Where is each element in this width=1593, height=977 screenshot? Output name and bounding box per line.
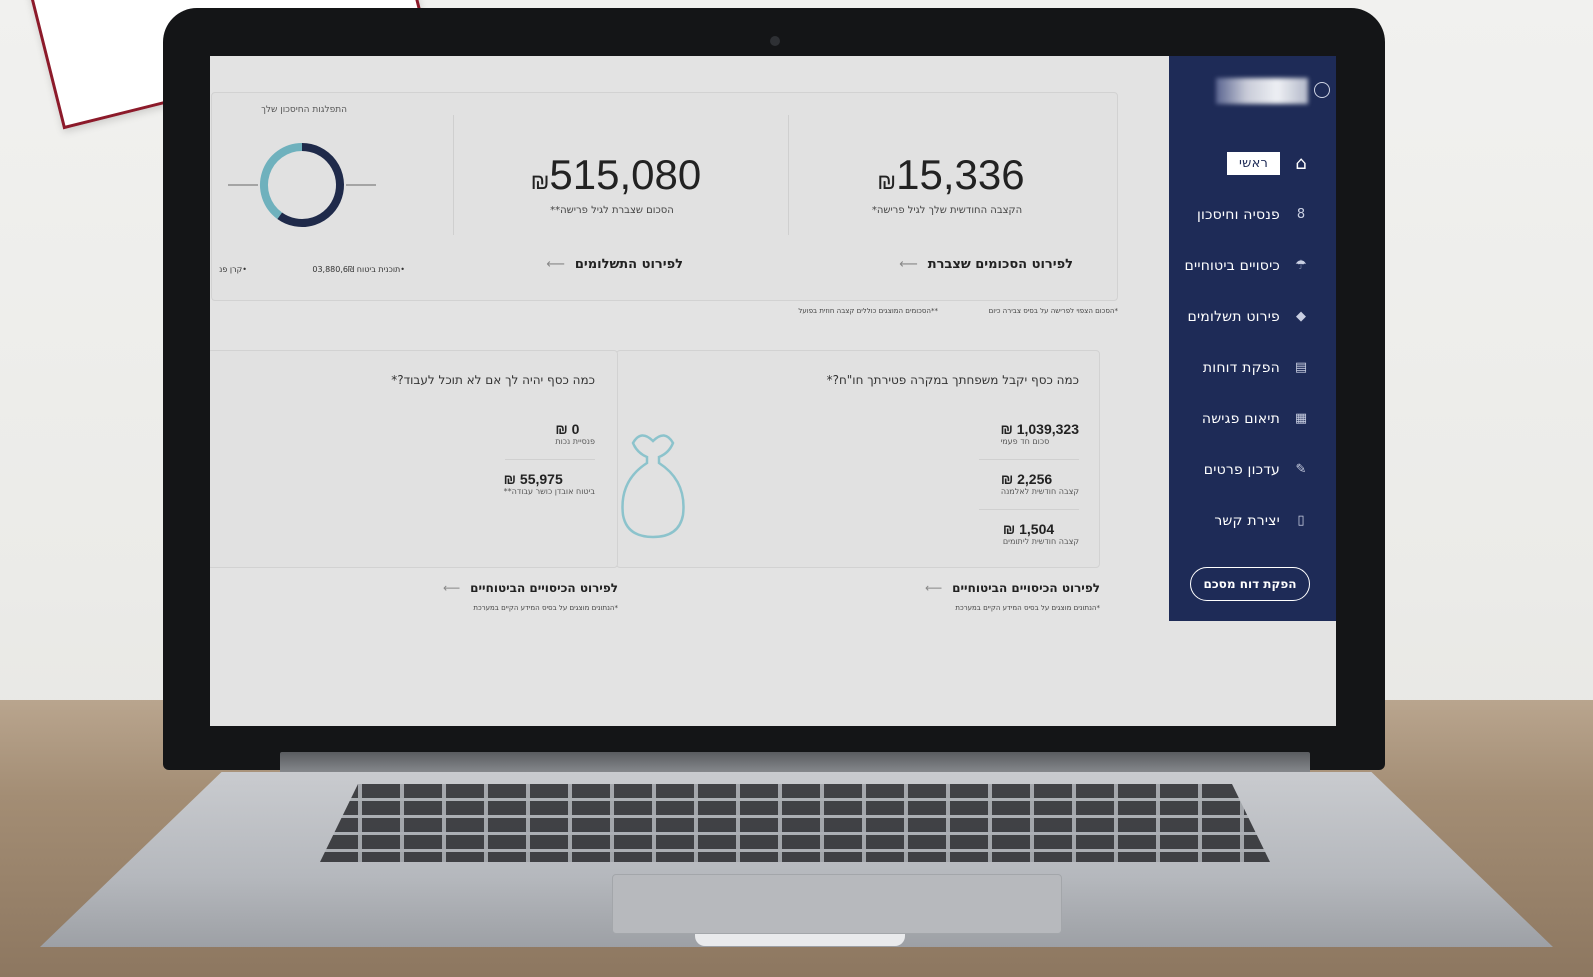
arrow-left-icon: ⟵ (442, 581, 461, 595)
sidebar-item-label: עדכון פרטים (1203, 461, 1280, 478)
disability-insurance-amount: ₪ 55,975 ביטוח אובדן כושר עבודה** (503, 471, 595, 496)
savings-icon: 8 (1296, 207, 1306, 222)
coins-icon: ◆ (1296, 309, 1306, 324)
disability-coverage-link[interactable]: לפירוט הכיסויים הביטוחיים⟵ (443, 581, 618, 595)
arrow-left-icon: ⟵ (924, 581, 943, 595)
savings-donut-chart (228, 143, 376, 227)
separator (979, 509, 1079, 510)
home-icon: ⌂ (1295, 153, 1307, 174)
divider (788, 115, 789, 235)
family-amount-lump-sum: ₪ 1,039,323 סכום חד פעמי (1000, 421, 1079, 446)
disability-pension-amount: ₪ 0 פנסיית נכות (555, 421, 595, 446)
laptop-base (40, 752, 1553, 952)
sidebar-item-payments[interactable]: ◆ פירוט תשלומים (1169, 291, 1336, 342)
sidebar-item-update-details[interactable]: ✎ עדכון פרטים (1169, 444, 1336, 495)
summary-report-button[interactable]: הפקת דוח מסכם (1190, 567, 1310, 601)
edit-icon: ✎ (1295, 462, 1307, 477)
umbrella-icon: ☂ (1295, 258, 1307, 273)
monthly-allowance: ₪15,336 הקצבה החודשית שלך לגיל פרישה* (802, 151, 1092, 216)
divider (453, 115, 454, 235)
disability-footnote: *הנתונים מוצגים על בסיס המידע הקיים במער… (473, 604, 618, 612)
sidebar-item-home[interactable]: ⌂ ראשי (1169, 138, 1336, 189)
document-icon: ▤ (1294, 360, 1308, 375)
user-row[interactable] (1180, 76, 1330, 108)
footnote-2: **הסכומים המוצגים כוללים קצבה חוזית בפוע… (798, 307, 938, 315)
sidebar-item-pension[interactable]: 8 פנסיה וחיסכון (1169, 189, 1336, 240)
legend-insurance: •תוכנית ביטוח 03,880,6₪ (312, 265, 405, 274)
user-icon[interactable] (1314, 82, 1330, 98)
sidebar-item-label: יצירת קשר (1214, 512, 1280, 529)
separator (505, 459, 595, 460)
family-coverage-card: כמה כסף יקבל משפחתך במקרה פטירתך חו"ח?* … (616, 350, 1100, 568)
keyboard (320, 784, 1270, 862)
accumulated-value: ₪515,080 (530, 151, 702, 198)
donut-title: התפלגות החיסכון שלך (261, 105, 347, 115)
sidebar-item-label: תיאום פגישה (1201, 410, 1280, 427)
trackpad (612, 874, 1062, 934)
family-footnote: *הנתונים מוצגים על בסיס המידע הקיים במער… (955, 604, 1100, 612)
sidebar-item-reports[interactable]: ▤ הפקת דוחות (1169, 342, 1336, 393)
payments-details-link[interactable]: לפירוט התשלומים⟵ (546, 257, 683, 272)
sidebar-item-label: כיסויים ביטוחיים (1184, 257, 1280, 274)
sidebar: ⌂ ראשי 8 פנסיה וחיסכון ☂ כיסויים ביטוחיי… (1169, 56, 1336, 621)
sidebar-item-label: פירוט תשלומים (1187, 308, 1280, 325)
calendar-icon: ▦ (1294, 411, 1308, 426)
legend-pension: •קרן פנ (219, 265, 247, 274)
sidebar-nav: ⌂ ראשי 8 פנסיה וחיסכון ☂ כיסויים ביטוחיי… (1169, 138, 1336, 546)
phone-icon: ▯ (1297, 513, 1305, 528)
money-bag-icon (621, 434, 685, 539)
app-screen: ⌂ ראשי 8 פנסיה וחיסכון ☂ כיסויים ביטוחיי… (210, 56, 1336, 726)
footnote-1: *הסכום הצפוי לפרישה על בסיס צבירה כיום (988, 307, 1118, 315)
monthly-allowance-value: ₪15,336 (877, 151, 1025, 198)
separator (979, 459, 1079, 460)
accumulated-caption: הסכום שצברת לגיל פרישה** (550, 205, 674, 216)
disability-question: כמה כסף יהיה לך אם לא תוכל לעבוד?* (391, 373, 595, 387)
family-question: כמה כסף יקבל משפחתך במקרה פטירתך חו"ח?* (826, 373, 1079, 387)
family-amount-widow: ₪ 2,256 קצבה חודשית לאלמנה (1000, 471, 1079, 496)
monthly-allowance-caption: הקצבה החודשית שלך לגיל פרישה* (871, 205, 1023, 216)
sidebar-item-label: פנסיה וחיסכון (1197, 206, 1280, 223)
donut-slice-1 (260, 143, 303, 219)
family-coverage-link[interactable]: לפירוט הכיסויים הביטוחיים⟵ (925, 581, 1100, 595)
sidebar-item-contact[interactable]: ▯ יצירת קשר (1169, 495, 1336, 546)
laptop-lip (695, 934, 905, 946)
accumulated-details-link[interactable]: לפירוט הסכומים שצברת⟵ (899, 257, 1073, 272)
disability-coverage-card: כמה כסף יהיה לך אם לא תוכל לעבוד?* ₪ 0 פ… (210, 350, 618, 568)
donut-slice-0 (277, 143, 344, 227)
arrow-left-icon: ⟵ (899, 257, 918, 272)
sidebar-item-meeting[interactable]: ▦ תיאום פגישה (1169, 393, 1336, 444)
sidebar-item-label: ראשי (1227, 152, 1280, 175)
family-amount-orphans: ₪ 1,504 קצבה חודשית ליתומים (1002, 521, 1079, 546)
sidebar-item-insurance[interactable]: ☂ כיסויים ביטוחיים (1169, 240, 1336, 291)
user-name-blurred (1216, 78, 1308, 104)
webcam (770, 36, 780, 46)
summary-card: ₪15,336 הקצבה החודשית שלך לגיל פרישה* ₪5… (211, 92, 1118, 301)
accumulated-amount: ₪515,080 הסכום שצברת לגיל פרישה** (467, 151, 757, 216)
sidebar-item-label: הפקת דוחות (1202, 359, 1280, 376)
arrow-left-icon: ⟵ (546, 257, 565, 272)
